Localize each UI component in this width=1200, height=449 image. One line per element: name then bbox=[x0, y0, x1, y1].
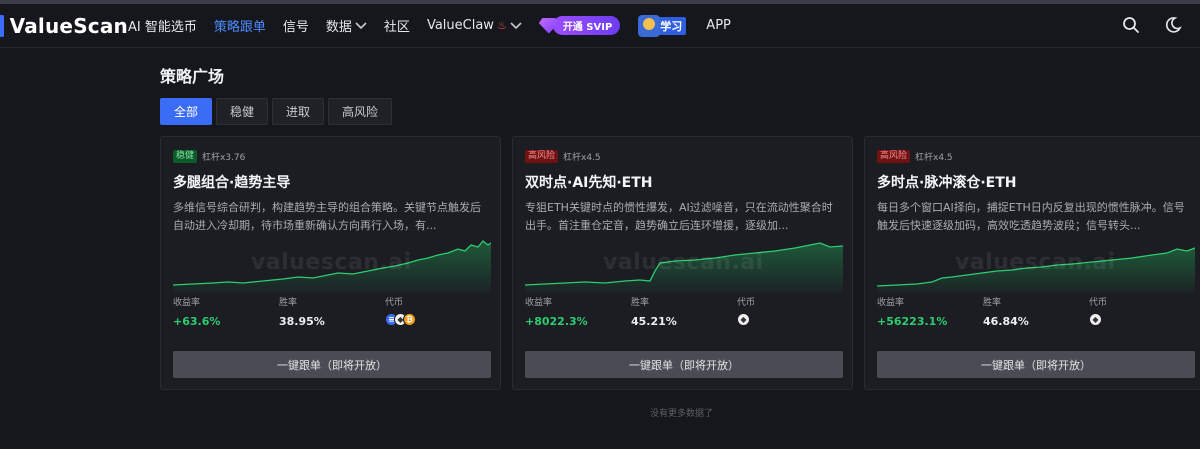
logo[interactable]: ValueScan bbox=[0, 14, 128, 38]
stat-return-value: +56223.1% bbox=[877, 315, 948, 328]
follow-button[interactable]: 一键跟单（即将开放） bbox=[173, 351, 491, 378]
top-navbar: ValueScan AI 智能选币 策略跟单 信号 数据 社区 ValueCla… bbox=[0, 4, 1200, 48]
tab-all[interactable]: 全部 bbox=[160, 98, 213, 125]
equity-curve-area bbox=[173, 241, 491, 293]
card-stats: 收益率 +8022.3% 胜率 45.21% 代币 ◆ bbox=[525, 295, 843, 328]
learn-button[interactable]: 学习 bbox=[638, 14, 687, 37]
card-description: 多维信号综合研判，构建趋势主导的组合策略。关键节点触发后自动进入冷却期，待市场重… bbox=[173, 201, 481, 232]
nav-item-valueclaw[interactable]: ValueClaw ♨ bbox=[427, 18, 522, 33]
nav-item-strategy-copy[interactable]: 策略跟单 bbox=[214, 16, 266, 35]
card-title: 多腿组合·趋势主导 bbox=[173, 175, 291, 191]
coin-icons: ◆ bbox=[737, 313, 755, 326]
card-badges: 稳健 杠杆x3.76 bbox=[173, 149, 488, 163]
stat-return-label: 收益率 bbox=[877, 298, 905, 308]
nav-item-label: 信号 bbox=[282, 20, 309, 35]
leverage-badge: 杠杆x4.5 bbox=[563, 152, 601, 163]
follow-button[interactable]: 一键跟单（即将开放） bbox=[525, 351, 843, 378]
stat-coins: 代币 ≡ ◆ ₿ bbox=[385, 295, 416, 326]
stat-return: 收益率 +63.6% bbox=[173, 295, 220, 328]
strategy-card-list: 稳健 杠杆x3.76 多腿组合·趋势主导 多维信号综合研判，构建趋势主导的组合策… bbox=[160, 136, 1200, 390]
stat-coins-label: 代币 bbox=[1089, 298, 1108, 308]
nav-item-signals[interactable]: 信号 bbox=[283, 16, 309, 35]
coin-icons: ◆ bbox=[1089, 313, 1107, 326]
svip-label: 开通 SVIP bbox=[552, 16, 621, 35]
stat-return: 收益率 +8022.3% bbox=[525, 295, 588, 328]
chevron-down-icon bbox=[510, 21, 522, 29]
nav-item-label: ValueClaw bbox=[426, 18, 494, 33]
equity-curve-chart bbox=[173, 240, 491, 293]
nav-item-label: 数据 bbox=[325, 20, 352, 35]
risk-badge: 高风险 bbox=[877, 149, 911, 163]
nav-item-community[interactable]: 社区 bbox=[384, 16, 410, 35]
stat-winrate: 胜率 45.21% bbox=[631, 295, 677, 328]
card-description: 每日多个窗口AI择向，捕捉ETH日内反复出现的惯性脉冲。信号触发后快速逐级加码，… bbox=[877, 201, 1185, 232]
equity-curve-area bbox=[525, 243, 843, 293]
stat-winrate-value: 45.21% bbox=[631, 315, 677, 328]
nav-item-app[interactable]: APP bbox=[706, 18, 731, 33]
eth-icon: ◆ bbox=[737, 313, 750, 326]
svip-button[interactable]: 开通 SVIP bbox=[538, 16, 621, 35]
card-title: 多时点·脉冲滚仓·ETH bbox=[877, 175, 1017, 191]
fire-icon: ♨ bbox=[496, 19, 507, 32]
learn-label: 学习 bbox=[656, 16, 687, 35]
stat-coins: 代币 ◆ bbox=[1089, 295, 1107, 326]
strategy-plaza: 策略广场 全部 稳健 进取 高风险 稳健 杠杆x3.76 多腿组合·趋势主导 多… bbox=[160, 63, 1200, 419]
stat-winrate-label: 胜率 bbox=[279, 298, 298, 308]
stat-winrate: 胜率 38.95% bbox=[279, 295, 325, 328]
stat-return-label: 收益率 bbox=[525, 298, 553, 308]
stat-winrate-label: 胜率 bbox=[631, 298, 650, 308]
leverage-badge: 杠杆x4.5 bbox=[915, 152, 953, 163]
btc-icon: ₿ bbox=[403, 313, 416, 326]
tab-high-risk[interactable]: 高风险 bbox=[328, 98, 393, 125]
follow-button[interactable]: 一键跟单（即将开放） bbox=[877, 351, 1195, 378]
strategy-card[interactable]: 稳健 杠杆x3.76 多腿组合·趋势主导 多维信号综合研判，构建趋势主导的组合策… bbox=[160, 136, 501, 390]
equity-curve-area bbox=[877, 248, 1195, 293]
coin-icons: ≡ ◆ ₿ bbox=[385, 313, 416, 326]
stat-coins-label: 代币 bbox=[737, 298, 756, 308]
tab-stable[interactable]: 稳健 bbox=[216, 98, 269, 125]
mascot-icon bbox=[638, 14, 661, 37]
leverage-badge: 杠杆x3.76 bbox=[202, 152, 246, 163]
nav-item-data[interactable]: 数据 bbox=[326, 16, 367, 35]
nav-item-label: AI 智能选币 bbox=[128, 20, 197, 35]
logo-text: ValueScan bbox=[9, 13, 128, 38]
stat-winrate-value: 38.95% bbox=[279, 315, 325, 328]
card-badges: 高风险 杠杆x4.5 bbox=[877, 149, 1192, 163]
moon-icon bbox=[1165, 17, 1182, 33]
search-button[interactable] bbox=[1120, 14, 1142, 36]
no-more-data-text: 没有更多数据了 bbox=[650, 409, 714, 419]
stat-winrate: 胜率 46.84% bbox=[983, 295, 1029, 328]
card-badges: 高风险 杠杆x4.5 bbox=[525, 149, 840, 163]
page-title: 策略广场 bbox=[160, 67, 225, 86]
card-title: 双时点·AI先知·ETH bbox=[525, 175, 653, 191]
search-icon bbox=[1123, 17, 1139, 33]
stat-return-value: +63.6% bbox=[173, 315, 221, 328]
logo-mark-icon bbox=[0, 14, 4, 37]
filter-tabs: 全部 稳健 进取 高风险 bbox=[160, 98, 1200, 125]
stat-winrate-value: 46.84% bbox=[983, 315, 1029, 328]
theme-toggle-button[interactable] bbox=[1162, 14, 1184, 36]
equity-curve-chart bbox=[877, 247, 1195, 293]
equity-curve-chart bbox=[525, 242, 843, 293]
stat-winrate-label: 胜率 bbox=[983, 298, 1002, 308]
nav-item-label: 策略跟单 bbox=[213, 20, 266, 35]
eth-icon: ◆ bbox=[1089, 313, 1102, 326]
stat-return: 收益率 +56223.1% bbox=[877, 295, 947, 328]
stat-return-value: +8022.3% bbox=[525, 315, 588, 328]
card-stats: 收益率 +56223.1% 胜率 46.84% 代币 ◆ bbox=[877, 295, 1195, 328]
card-stats: 收益率 +63.6% 胜率 38.95% 代币 ≡ ◆ ₿ bbox=[173, 295, 491, 328]
stat-coins: 代币 ◆ bbox=[737, 295, 755, 326]
strategy-card[interactable]: 高风险 杠杆x4.5 双时点·AI先知·ETH 专狙ETH关键时点的惯性爆发，A… bbox=[512, 136, 853, 390]
strategy-card[interactable]: 高风险 杠杆x4.5 多时点·脉冲滚仓·ETH 每日多个窗口AI择向，捕捉ETH… bbox=[864, 136, 1200, 390]
risk-badge: 稳健 bbox=[173, 149, 198, 163]
risk-badge: 高风险 bbox=[525, 149, 559, 163]
nav-item-label: APP bbox=[706, 18, 731, 33]
stat-return-label: 收益率 bbox=[173, 298, 201, 308]
nav-item-ai-coin-picker[interactable]: AI 智能选币 bbox=[128, 16, 197, 35]
nav-item-label: 社区 bbox=[383, 20, 410, 35]
chevron-down-icon bbox=[355, 21, 367, 29]
stat-coins-label: 代币 bbox=[385, 298, 404, 308]
card-description: 专狙ETH关键时点的惯性爆发，AI过滤噪音，只在流动性聚合时出手。首注重仓定音，… bbox=[525, 201, 833, 232]
tab-aggressive[interactable]: 进取 bbox=[272, 98, 325, 125]
